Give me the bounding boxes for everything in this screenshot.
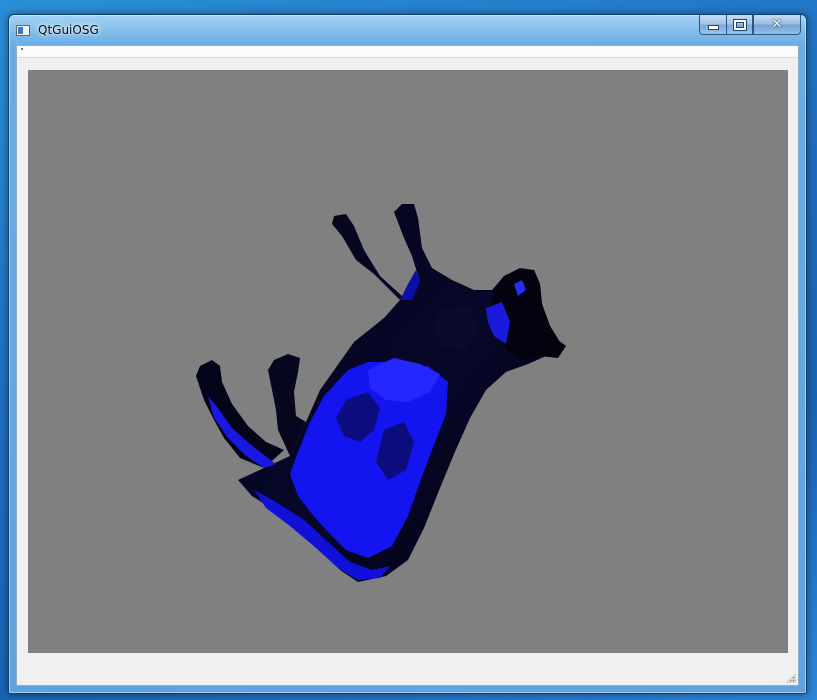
window-title: QtGuiOSG — [38, 23, 99, 37]
osg-viewport[interactable] — [28, 70, 788, 653]
client-area — [16, 45, 799, 686]
maximize-icon — [733, 19, 746, 30]
minimize-button[interactable] — [699, 15, 726, 35]
menu-bar-handle — [21, 48, 23, 50]
maximize-button[interactable] — [726, 15, 753, 35]
app-window: QtGuiOSG ✕ — [8, 14, 807, 694]
cow-model-render — [196, 204, 566, 582]
menu-bar[interactable] — [17, 46, 798, 58]
caption-buttons: ✕ — [699, 15, 801, 36]
title-bar[interactable]: QtGuiOSG ✕ — [9, 15, 806, 45]
minimize-icon — [707, 25, 719, 30]
app-icon[interactable] — [16, 25, 30, 36]
resize-grip-icon[interactable] — [786, 673, 796, 683]
close-button[interactable]: ✕ — [753, 15, 801, 35]
close-icon: ✕ — [771, 17, 783, 32]
status-area — [17, 655, 798, 685]
